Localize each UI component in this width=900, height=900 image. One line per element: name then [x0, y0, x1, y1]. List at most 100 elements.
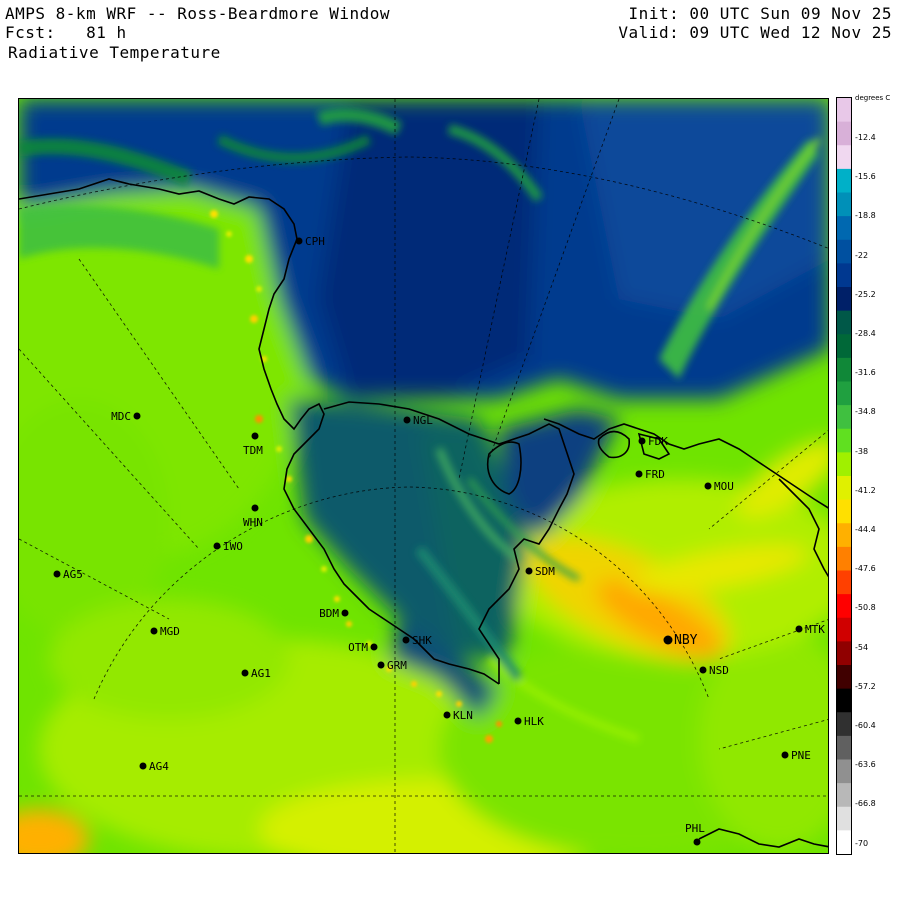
model-title: AMPS 8-km WRF -- Ross-Beardmore Window	[5, 4, 391, 23]
color-scale-swatches	[837, 98, 851, 855]
color-scale-labels: degrees C -12.4 -15.6 -18.8 -22 -25.2 -28.4 -3…	[855, 92, 900, 862]
station-dot	[699, 666, 707, 674]
color-swatch	[837, 546, 851, 571]
station-label: MOU	[714, 480, 734, 493]
color-swatch	[837, 216, 851, 241]
color-swatch	[837, 688, 851, 713]
color-scale-tick: -50.8	[855, 603, 876, 613]
map-panel: CPH MDC TDM NGL FDK FRD MOU WHN IWO AG5 SDM BDM MGD S…	[18, 98, 829, 854]
color-swatch	[837, 357, 851, 382]
color-swatch	[837, 287, 851, 312]
station-dot	[402, 636, 410, 644]
color-scale-tick: -41.2	[855, 485, 876, 495]
init-time: Init: 00 UTC Sun 09 Nov 25	[628, 4, 892, 23]
color-scale-tick: -60.4	[855, 721, 876, 730]
color-scale-tick: -12.4	[855, 133, 876, 142]
station-label: FDK	[648, 435, 668, 448]
station-label: NGL	[413, 414, 433, 427]
color-swatch	[837, 192, 851, 217]
station-dot	[781, 751, 789, 759]
station-dot	[133, 412, 141, 420]
color-scale-tick: -57.2	[855, 681, 876, 691]
map-canvas: CPH MDC TDM NGL FDK FRD MOU WHNIWO AG5 SDM BDM MGD S…	[19, 99, 828, 853]
color-swatch	[837, 405, 851, 430]
color-swatch	[837, 570, 851, 595]
station-label: KLN	[453, 709, 473, 722]
color-swatch	[837, 263, 851, 288]
color-scale-bar	[836, 97, 852, 855]
color-swatch	[837, 806, 851, 831]
station-dot	[795, 625, 803, 633]
station-label: NSD	[709, 664, 729, 677]
time-info: Init: 00 UTC Sun 09 Nov 25 Valid: 09 UTC…	[618, 4, 892, 42]
color-swatch	[837, 830, 851, 855]
color-swatch	[837, 381, 851, 406]
station-label: AG1	[251, 667, 271, 680]
color-swatch	[837, 310, 851, 335]
color-swatch	[837, 452, 851, 477]
station-dot	[514, 717, 522, 725]
forecast-hour: Fcst: 81 h	[5, 23, 127, 42]
color-swatch	[837, 759, 851, 784]
station-label: SDM	[535, 565, 555, 578]
color-swatch	[837, 428, 851, 453]
station-dot	[295, 237, 303, 245]
color-swatch	[837, 334, 851, 359]
station-label: MTK	[805, 623, 825, 636]
color-swatch	[837, 665, 851, 690]
station-dot	[704, 482, 712, 490]
color-scale-tick: -18.8	[855, 211, 876, 221]
color-swatch	[837, 476, 851, 501]
valid-time: Valid: 09 UTC Wed 12 Nov 25	[618, 23, 892, 42]
color-scale-tick: -54	[855, 642, 869, 652]
station-label: TDM	[243, 444, 263, 457]
color-scale-tick: -31.6	[855, 368, 876, 378]
station-label: MDC	[111, 410, 131, 423]
station-dot	[635, 470, 643, 478]
station-label: AG5	[63, 568, 83, 581]
station-label: AG4	[149, 760, 169, 773]
color-swatch	[837, 168, 851, 193]
color-scale-tick: -66.8	[855, 799, 876, 809]
color-scale-unit: degrees C	[855, 94, 891, 102]
station-dot	[525, 567, 533, 575]
station-dot	[251, 432, 259, 440]
color-scale-tick: -22	[855, 250, 869, 260]
map-title: AMPS 8-km WRF -- Ross-Beardmore Window F…	[5, 4, 390, 42]
color-swatch	[837, 641, 851, 666]
color-swatch	[837, 121, 851, 146]
station-dot	[341, 609, 349, 617]
field-name: Radiative Temperature	[8, 43, 221, 62]
color-swatch	[837, 98, 851, 123]
color-scale-tick: -28.4	[855, 329, 876, 338]
station-label: SHK	[412, 634, 432, 647]
color-swatch	[837, 145, 851, 170]
station-label: IWO	[223, 540, 243, 553]
station-dot	[150, 627, 158, 635]
color-scale-tick: -44.4	[855, 525, 876, 534]
station-dot	[251, 504, 259, 512]
color-scale-tick: -34.8	[855, 407, 876, 417]
station-label: BDM	[319, 607, 339, 620]
station-dot	[213, 542, 221, 550]
color-scale-tick: -15.6	[855, 172, 876, 182]
station-label: CPH	[305, 235, 325, 248]
station-label: PHL	[685, 822, 705, 835]
color-scale-tick: -70	[855, 838, 869, 848]
station-dot	[377, 661, 385, 669]
station-dot	[53, 570, 61, 578]
station-label: WHN	[243, 516, 263, 529]
station-dot	[403, 416, 411, 424]
color-swatch	[837, 594, 851, 619]
station-dot	[241, 669, 249, 677]
station-label: NBY	[674, 633, 698, 648]
station-label: MGD	[160, 625, 180, 638]
station-label: OTM	[348, 641, 368, 654]
color-scale-tick: -63.6	[855, 760, 876, 770]
color-scale-tick: -25.2	[855, 289, 876, 299]
station-dot	[638, 437, 646, 445]
color-swatch	[837, 712, 851, 737]
color-swatch	[837, 523, 851, 548]
station-label: GRM	[387, 659, 407, 672]
station-label: HLK	[524, 715, 544, 728]
